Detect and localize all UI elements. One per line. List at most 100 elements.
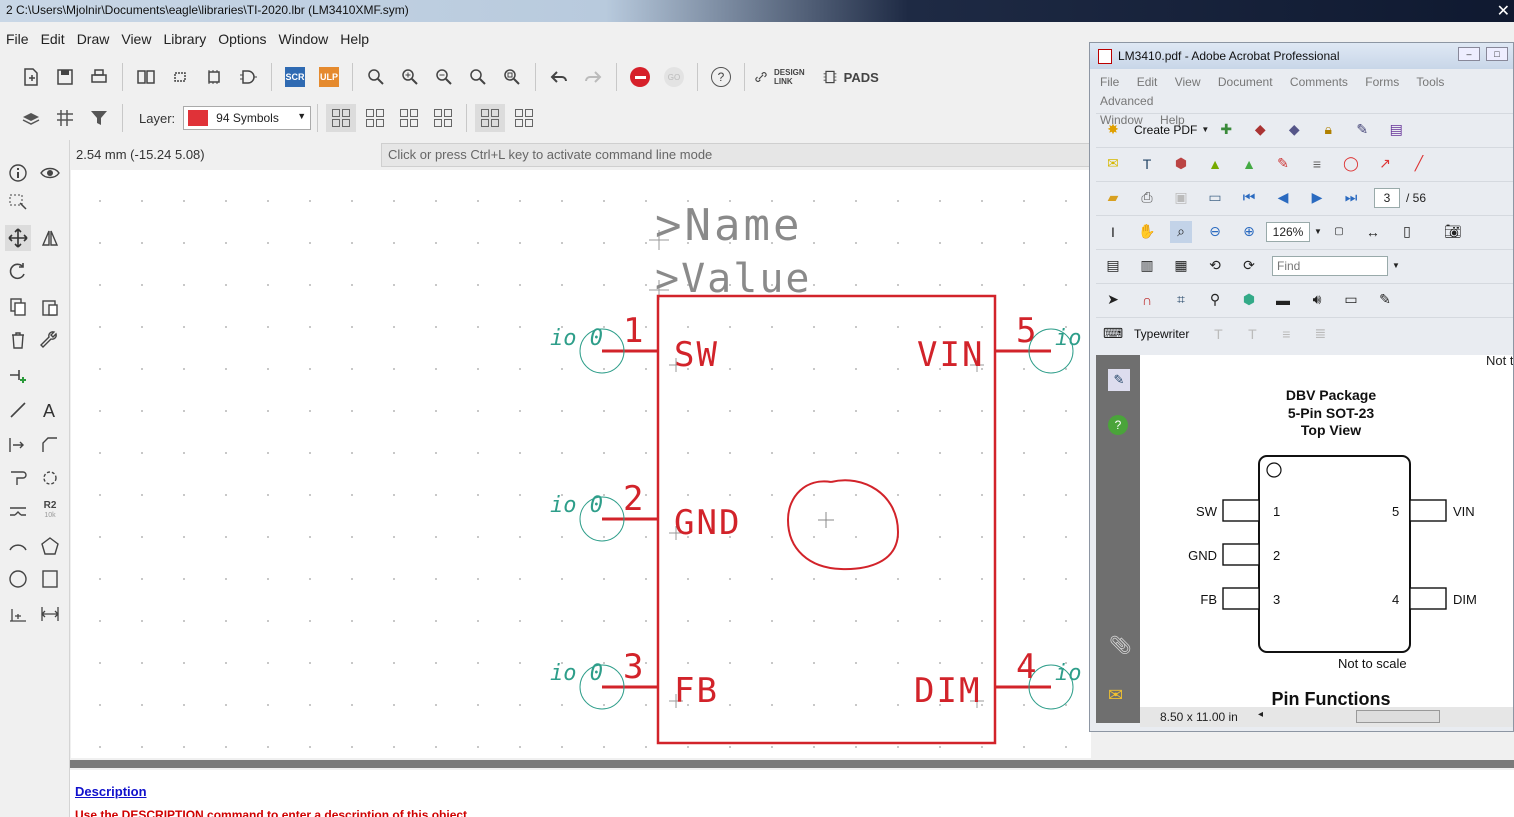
symbol-icon[interactable] [234,63,262,91]
create-pdf-button[interactable]: Create PDF [1134,123,1197,137]
undo-icon[interactable] [545,63,573,91]
add-pin-icon[interactable] [5,362,31,388]
info-icon[interactable] [5,160,31,186]
save-icon[interactable] [51,63,79,91]
select-arrow-icon[interactable]: ➤ [1102,289,1124,311]
acrobat-menu-forms[interactable]: Forms [1365,75,1399,89]
line-draw-icon[interactable]: ╱ [1408,153,1430,175]
wrench-icon[interactable] [37,327,63,353]
print-icon[interactable] [85,63,113,91]
export-icon[interactable]: ◆ [1249,119,1271,141]
3d-icon[interactable]: ⬢ [1238,289,1260,311]
crop-icon[interactable]: ⌗ [1170,289,1192,311]
cloud-icon[interactable]: ◯ [1340,153,1362,175]
text-field-icon[interactable]: ▭ [1340,289,1362,311]
circle-icon[interactable] [5,566,31,592]
link-icon[interactable]: ⚲ [1204,289,1226,311]
help-icon[interactable]: ? [707,63,735,91]
sign-icon[interactable]: ✎ [1108,369,1130,391]
pads-button[interactable]: PADS [822,63,879,91]
device-icon[interactable] [200,63,228,91]
zoom-in-icon[interactable]: ⊕ [1238,221,1260,243]
review-icon[interactable]: ◆ [1283,119,1305,141]
pdf-page-view[interactable]: Not to DBV Package 5-Pin SOT-23 Top View… [1140,355,1513,707]
pin-view-names-icon[interactable] [360,104,390,132]
forms-icon[interactable]: ▤ [1385,119,1407,141]
zoom-level-input[interactable]: 126% [1266,221,1310,242]
print-icon[interactable]: ⎙ [1136,187,1158,209]
fit-width-icon[interactable]: ↔ [1362,221,1384,243]
magnet-icon[interactable]: ∩ [1136,289,1158,311]
last-page-icon[interactable]: ⏭ [1340,187,1362,209]
acrobat-menu-document[interactable]: Document [1218,75,1273,89]
combine-icon[interactable]: ✚ [1215,119,1237,141]
design-link-icon[interactable]: DESIGN LINK [754,63,805,91]
two-up-icon[interactable]: ▦ [1170,255,1192,277]
acrobat-menu-comments[interactable]: Comments [1290,75,1348,89]
grid-icon[interactable] [51,104,79,132]
move-icon[interactable] [5,225,31,251]
movie-icon[interactable]: ▬ [1272,289,1294,311]
filter-icon[interactable] [85,104,113,132]
line-icon[interactable] [5,397,31,423]
menu-options[interactable]: Options [212,28,272,52]
menu-file[interactable]: File [0,28,35,52]
prev-page-icon[interactable]: ◀ [1272,187,1294,209]
next-page-icon[interactable]: ▶ [1306,187,1328,209]
canvas-splitter[interactable] [70,760,1514,768]
rectangle-icon[interactable] [37,566,63,592]
menu-draw[interactable]: Draw [71,28,116,52]
horizontal-scrollbar-thumb[interactable] [1356,710,1440,723]
menu-window[interactable]: Window [273,28,335,52]
open-icon[interactable] [17,63,45,91]
menu-edit[interactable]: Edit [35,28,71,52]
edit-form-icon[interactable]: ✎ [1374,289,1396,311]
delete-icon[interactable] [5,327,31,353]
polygon-icon[interactable] [37,533,63,559]
actual-size-icon[interactable]: ▢ [1328,221,1350,243]
script-icon[interactable]: SCR [281,63,309,91]
go-icon[interactable]: GO [660,63,688,91]
select-text-icon[interactable]: I [1102,221,1124,243]
email-icon[interactable]: ▭ [1204,187,1226,209]
minimize-icon[interactable]: – [1458,47,1480,61]
sound-icon[interactable]: 🔊︎ [1306,289,1328,311]
swaplevel-view-icon[interactable] [509,104,539,132]
zoom-out-icon[interactable]: ⊖ [1204,221,1226,243]
markup-icon[interactable]: ✎ [1272,153,1294,175]
paste-icon[interactable] [37,294,63,320]
value-icon[interactable]: R2 10k [37,498,63,524]
rotate-ccw-icon[interactable]: ⟲ [1204,255,1226,277]
attribute-icon[interactable] [5,465,31,491]
acrobat-menu-tools[interactable]: Tools [1416,75,1444,89]
acrobat-menu-view[interactable]: View [1175,75,1201,89]
snapshot-icon[interactable]: 📷︎ [1442,221,1464,243]
highlight-icon[interactable]: ▲ [1204,153,1226,175]
single-page-icon[interactable]: ▤ [1102,255,1124,277]
rotate-icon[interactable] [5,258,31,284]
library-book-icon[interactable] [132,63,160,91]
page-number-input[interactable]: 3 [1374,187,1400,208]
attachments-icon[interactable]: 📎︎ [1109,635,1132,656]
acrobat-menu-advanced[interactable]: Advanced [1100,94,1153,108]
create-pdf-icon[interactable]: ✸ [1102,119,1124,141]
split-icon[interactable] [5,498,31,524]
zoom-tool-icon[interactable]: ⌕ [1170,220,1192,243]
copy-icon[interactable] [5,294,31,320]
stop-icon[interactable] [626,63,654,91]
pin-view-pads-icon[interactable] [394,104,424,132]
zoom-fit-icon[interactable] [362,63,390,91]
show-eye-icon[interactable] [37,160,63,186]
text-edit-icon[interactable]: T [1136,153,1158,175]
secure-lock-icon[interactable]: 🔒︎ [1317,119,1339,141]
dimension-icon[interactable] [5,601,31,627]
menu-view[interactable]: View [115,28,157,52]
help-icon[interactable]: ? [1108,415,1128,435]
typewriter-icon[interactable]: ⌨ [1102,323,1124,345]
layers-icon[interactable] [17,104,45,132]
ulp-icon[interactable]: ULP [315,63,343,91]
drawing-canvas[interactable]: >Name >Value 1 SW io 0 2 GND io 0 3 FB i… [71,170,1091,758]
attach-icon[interactable]: ▲ [1238,153,1260,175]
function-view-icon[interactable] [475,104,506,132]
pin-view-both-icon[interactable] [326,104,357,132]
